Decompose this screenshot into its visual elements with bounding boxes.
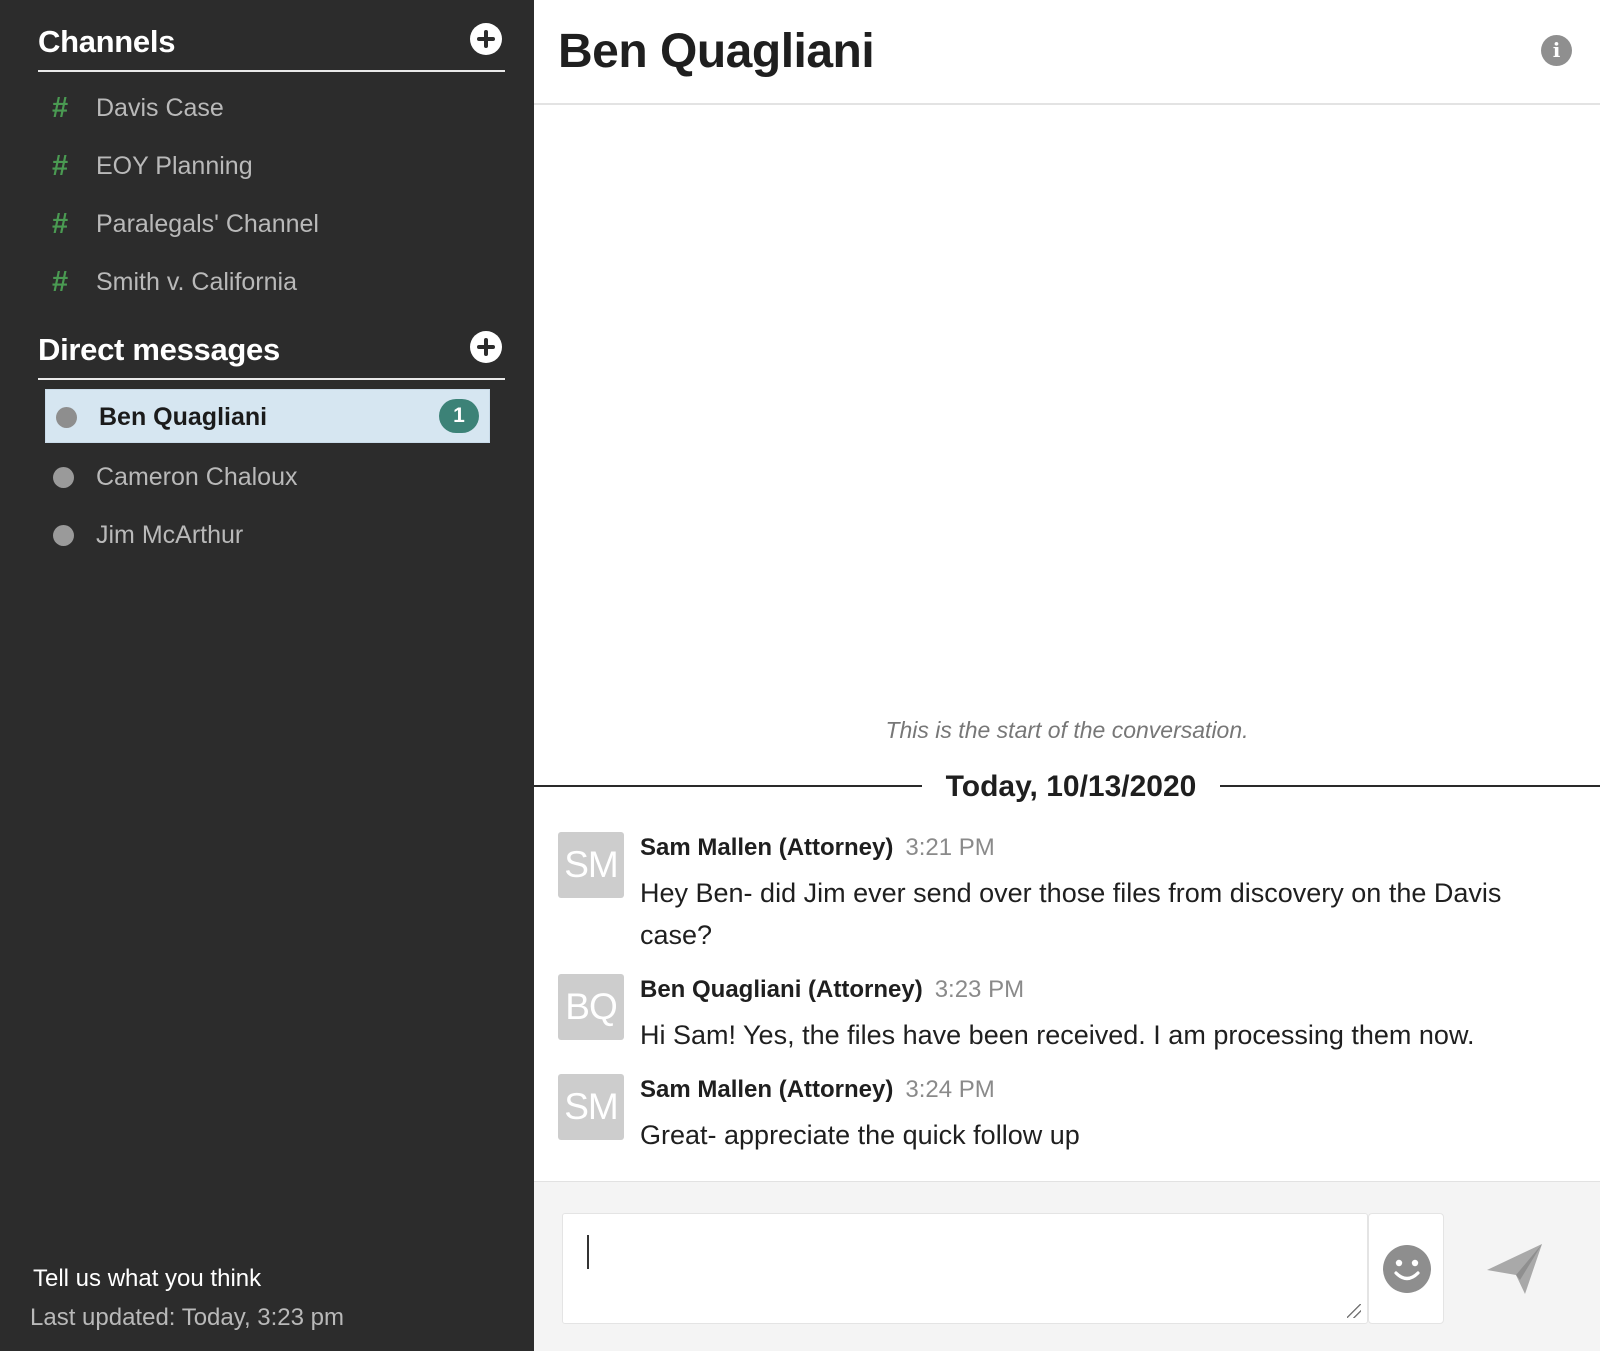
message-text: Hi Sam! Yes, the files have been receive… xyxy=(640,1020,1475,1050)
divider-line xyxy=(534,785,922,787)
unread-badge: 1 xyxy=(439,399,479,433)
last-updated-text: Last updated: Today, 3:23 pm xyxy=(30,1304,345,1331)
avatar: SM xyxy=(558,832,624,898)
channel-item-eoy-planning[interactable]: # EOY Planning xyxy=(38,140,498,192)
message-input[interactable] xyxy=(562,1213,1368,1324)
channel-item-davis-case[interactable]: # Davis Case xyxy=(38,82,498,134)
channel-label: Davis Case xyxy=(96,94,224,122)
chat-header: Ben Quagliani i xyxy=(534,0,1600,105)
dm-label: Ben Quagliani xyxy=(99,403,268,431)
paper-plane-icon xyxy=(1487,1244,1542,1294)
message-meta: Sam Mallen (Attorney) 3:21 PM xyxy=(640,834,995,862)
message-author: Sam Mallen (Attorney) xyxy=(640,834,894,861)
info-icon[interactable]: i xyxy=(1541,35,1572,66)
presence-indicator xyxy=(53,467,74,488)
message-author: Ben Quagliani (Attorney) xyxy=(640,976,923,1003)
direct-messages-title: Direct messages xyxy=(38,332,280,367)
message-time: 3:23 PM xyxy=(934,976,1025,1003)
conversation-start-notice: This is the start of the conversation. xyxy=(885,717,1249,743)
presence-indicator xyxy=(53,525,74,546)
smiley-face-icon xyxy=(1383,1245,1431,1293)
presence-indicator xyxy=(56,407,77,428)
chat-panel: Ben Quagliani i This is the start of the… xyxy=(534,0,1600,1351)
message-composer xyxy=(534,1181,1600,1351)
direct-messages-header: Direct messages xyxy=(38,324,505,380)
channel-label: Smith v. California xyxy=(96,268,297,296)
message-meta: Ben Quagliani (Attorney) 3:23 PM xyxy=(640,976,1024,1004)
message-time: 3:21 PM xyxy=(905,834,995,861)
chat-title: Ben Quagliani xyxy=(558,25,875,78)
message-author: Sam Mallen (Attorney) xyxy=(640,1076,894,1103)
channels-title: Channels xyxy=(38,24,176,59)
emoji-button[interactable] xyxy=(1368,1213,1444,1324)
avatar: SM xyxy=(558,1074,624,1140)
dm-label: Jim McArthur xyxy=(96,521,244,549)
dm-item-jim-mcarthur[interactable]: Jim McArthur xyxy=(38,508,498,562)
message-time: 3:24 PM xyxy=(905,1076,995,1103)
avatar: BQ xyxy=(558,974,624,1040)
resize-grip-icon[interactable] xyxy=(1347,1304,1361,1318)
dm-label: Cameron Chaloux xyxy=(96,463,298,491)
hash-icon: # xyxy=(52,266,69,298)
divider-line xyxy=(1220,785,1600,787)
message-text: Hey Ben- did Jim ever send over those fi… xyxy=(640,878,1502,950)
add-channel-button[interactable] xyxy=(470,23,502,55)
date-divider: Today, 10/13/2020 xyxy=(534,770,1600,806)
date-label: Today, 10/13/2020 xyxy=(945,770,1197,803)
channels-header: Channels xyxy=(38,16,505,72)
hash-icon: # xyxy=(52,92,69,124)
add-direct-message-button[interactable] xyxy=(470,331,502,363)
channel-item-smith-v-california[interactable]: # Smith v. California xyxy=(38,256,498,308)
channel-label: EOY Planning xyxy=(96,152,253,180)
send-button[interactable] xyxy=(1484,1234,1550,1300)
feedback-link[interactable]: Tell us what you think xyxy=(33,1265,261,1293)
hash-icon: # xyxy=(52,208,69,240)
sidebar: Channels # Davis Case # EOY Planning # P… xyxy=(0,0,534,1351)
message-text: Great- appreciate the quick follow up xyxy=(640,1120,1080,1150)
dm-item-cameron-chaloux[interactable]: Cameron Chaloux xyxy=(38,450,498,504)
dm-item-ben-quagliani[interactable]: Ben Quagliani 1 xyxy=(45,389,490,443)
channel-label: Paralegals' Channel xyxy=(96,210,319,238)
text-caret xyxy=(587,1235,589,1269)
message-meta: Sam Mallen (Attorney) 3:24 PM xyxy=(640,1076,995,1104)
hash-icon: # xyxy=(52,150,69,182)
channel-item-paralegals-channel[interactable]: # Paralegals' Channel xyxy=(38,198,498,250)
